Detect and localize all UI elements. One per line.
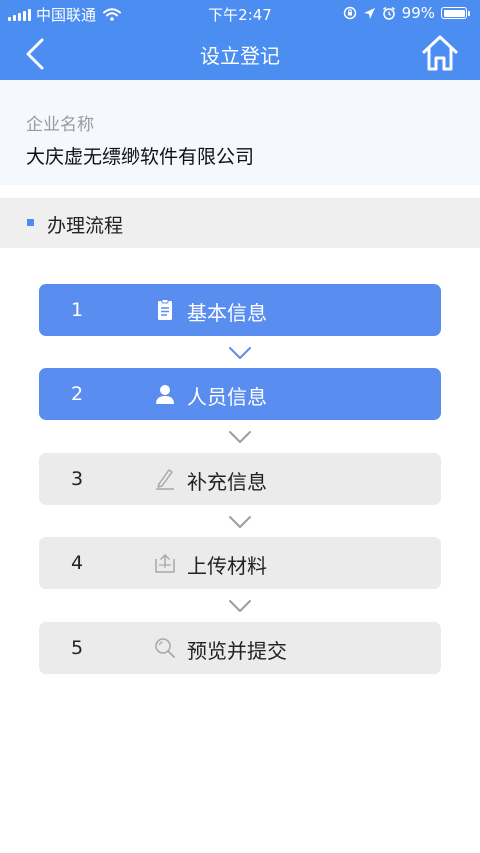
chevron-down-icon	[229, 431, 251, 443]
step-label: 补充信息	[187, 470, 267, 494]
pencil-icon	[156, 469, 174, 490]
step-number: 5	[71, 637, 84, 659]
step-number: 4	[71, 552, 84, 574]
step-1-button[interactable]: 1 基本信息	[39, 284, 441, 336]
home-icon	[422, 35, 458, 71]
status-right: 99%	[343, 4, 470, 22]
company-panel: 企业名称 大庆虚无缥缈软件有限公司	[0, 80, 480, 185]
step-number: 3	[71, 468, 84, 490]
upload-icon	[155, 554, 175, 573]
step-3-button[interactable]: 3 补充信息	[39, 453, 441, 505]
battery-icon	[441, 7, 470, 19]
step-number: 1	[71, 299, 84, 321]
company-name-label: 企业名称	[26, 115, 94, 135]
status-bar: 中国联通 下午2:47 99%	[0, 0, 480, 26]
rotation-lock-icon	[343, 6, 356, 20]
battery-percent: 99%	[401, 4, 435, 22]
home-button[interactable]	[420, 32, 460, 74]
section-marker	[27, 219, 34, 226]
search-icon	[155, 638, 175, 658]
step-5-button[interactable]: 5 预览并提交	[39, 622, 441, 674]
step-number: 2	[71, 383, 84, 405]
person-icon	[156, 385, 174, 404]
top-bar: 中国联通 下午2:47 99% 设立登记	[0, 0, 480, 80]
location-icon	[363, 7, 375, 19]
page-title: 设立登记	[200, 44, 280, 68]
step-2-button[interactable]: 2 人员信息	[39, 368, 441, 420]
chevron-down-icon	[229, 347, 251, 359]
chevron-down-icon	[229, 516, 251, 528]
section-title: 办理流程	[47, 215, 124, 237]
step-label: 上传材料	[187, 554, 267, 578]
company-name-value: 大庆虚无缥缈软件有限公司	[26, 146, 255, 168]
chevron-down-icon	[229, 600, 251, 612]
alarm-icon	[382, 6, 395, 20]
clipboard-icon	[158, 299, 172, 320]
step-label: 人员信息	[187, 385, 267, 409]
section-header: 办理流程	[0, 198, 480, 248]
step-label: 预览并提交	[187, 639, 287, 663]
nav-bar: 设立登记	[0, 26, 480, 80]
step-4-button[interactable]: 4 上传材料	[39, 537, 441, 589]
step-label: 基本信息	[187, 301, 267, 325]
